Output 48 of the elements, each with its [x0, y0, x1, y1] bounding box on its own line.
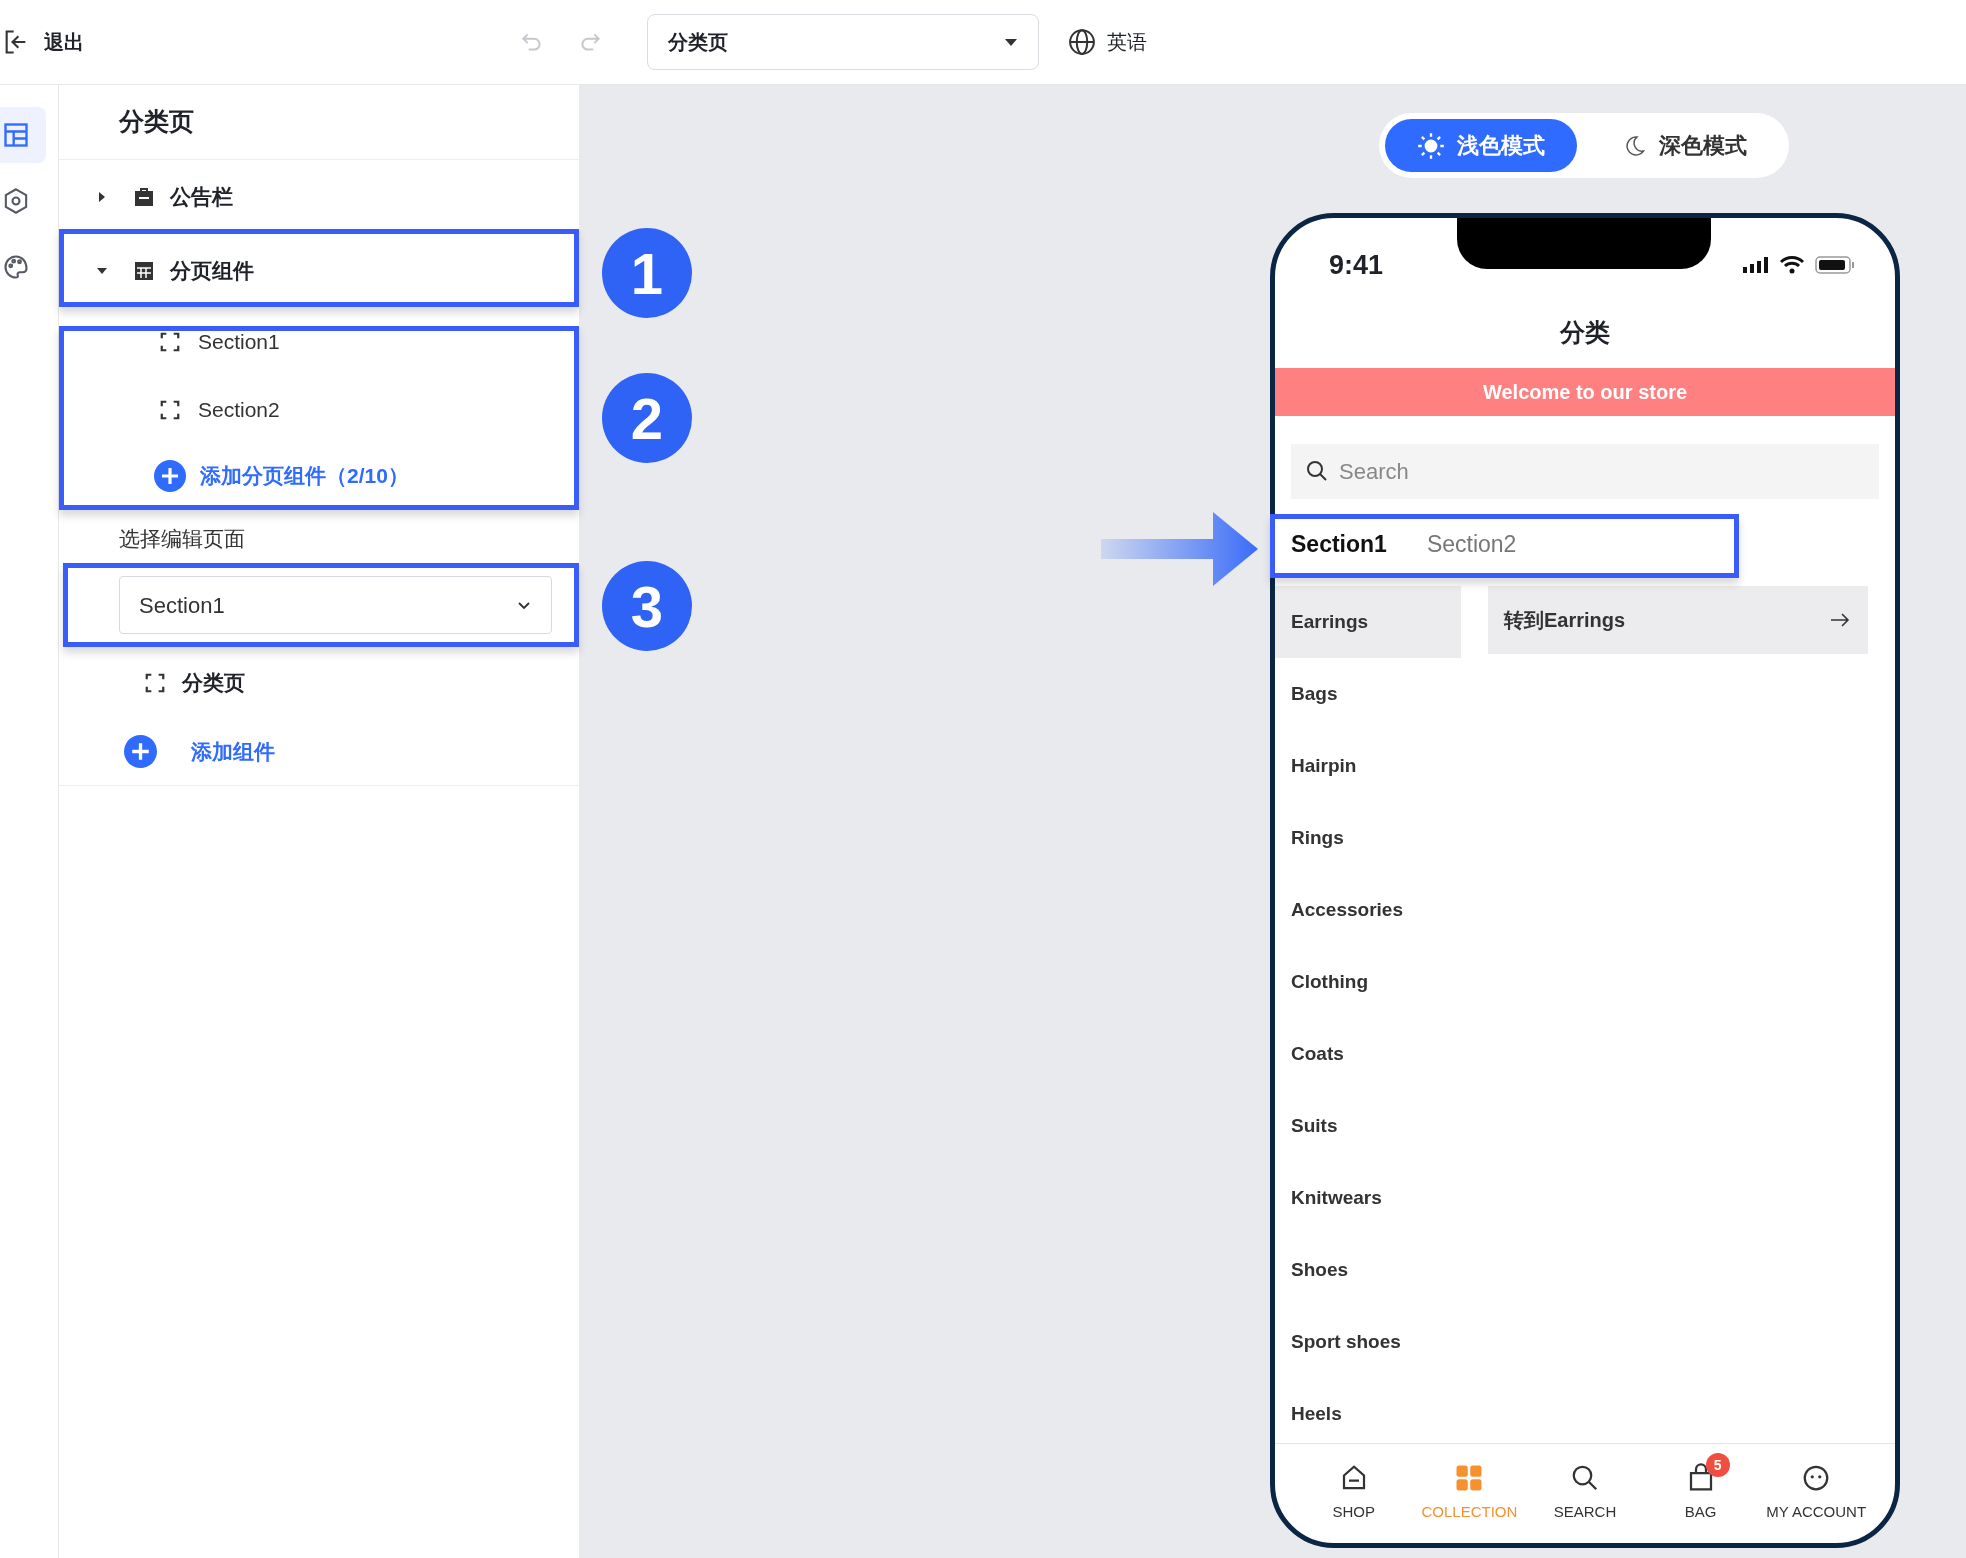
frame-icon: [144, 672, 166, 694]
globe-icon: [1067, 27, 1097, 57]
tab-bar-item[interactable]: SHOP: [1296, 1444, 1412, 1543]
layout-icon: [2, 121, 30, 149]
add-icon: [154, 460, 186, 492]
grid-icon: [132, 259, 156, 283]
tree-item-label[interactable]: 公告栏: [170, 181, 233, 213]
sidebar-tab[interactable]: [0, 107, 46, 163]
battery-icon: [1815, 255, 1855, 275]
signal-icon: [1743, 257, 1769, 273]
tab-bar-item[interactable]: SEARCH: [1527, 1444, 1643, 1543]
panel-title: 分类页: [119, 106, 194, 138]
tree-item-label[interactable]: Section1: [198, 326, 280, 358]
palette-icon: [2, 253, 30, 281]
frame-icon: [159, 331, 181, 353]
mode-option[interactable]: 浅色模式: [1385, 119, 1577, 172]
tree-item-label[interactable]: Section2: [198, 394, 280, 426]
add-icon: [124, 735, 157, 768]
category-item[interactable]: Earrings: [1275, 586, 1461, 658]
language-button[interactable]: 英语: [1067, 27, 1147, 57]
search-icon: [1305, 459, 1329, 483]
banner-text: Welcome to our store: [1482, 380, 1688, 405]
exit-button[interactable]: 退出: [2, 27, 84, 57]
moon-icon: [1623, 133, 1647, 158]
search-field[interactable]: Search: [1291, 444, 1879, 499]
tree-item-label[interactable]: 分类页: [182, 667, 245, 699]
frame-icon: [159, 399, 181, 421]
sun-icon: [1417, 131, 1445, 160]
status-time: 9:41: [1329, 248, 1384, 282]
section-tab[interactable]: Section1: [1291, 515, 1387, 578]
category-link-card[interactable]: 转到Earrings: [1488, 586, 1868, 654]
add-tab-component-link[interactable]: 添加分页组件（2/10）: [200, 460, 409, 492]
add-component-link[interactable]: 添加组件: [191, 735, 275, 768]
tree-item-label[interactable]: 分页组件: [170, 255, 254, 287]
grid-icon: [1454, 1463, 1485, 1494]
page-select[interactable]: 分类页: [647, 14, 1039, 70]
tab-bar-item[interactable]: MY ACCOUNT: [1758, 1444, 1874, 1543]
count-badge: 5: [1705, 1453, 1730, 1478]
wifi-icon: [1779, 255, 1805, 275]
field-label: 选择编辑页面: [119, 525, 245, 552]
caret-icon: [1004, 37, 1018, 47]
section-tab[interactable]: Section2: [1426, 515, 1517, 578]
screen-title: 分类: [1560, 317, 1610, 349]
briefcase-icon: [132, 185, 156, 209]
tab-bar-item[interactable]: 5 BAG: [1642, 1444, 1759, 1543]
page-select[interactable]: Section1: [119, 576, 552, 634]
settings-icon: [2, 187, 30, 215]
mode-option[interactable]: 深色模式: [1591, 119, 1779, 172]
